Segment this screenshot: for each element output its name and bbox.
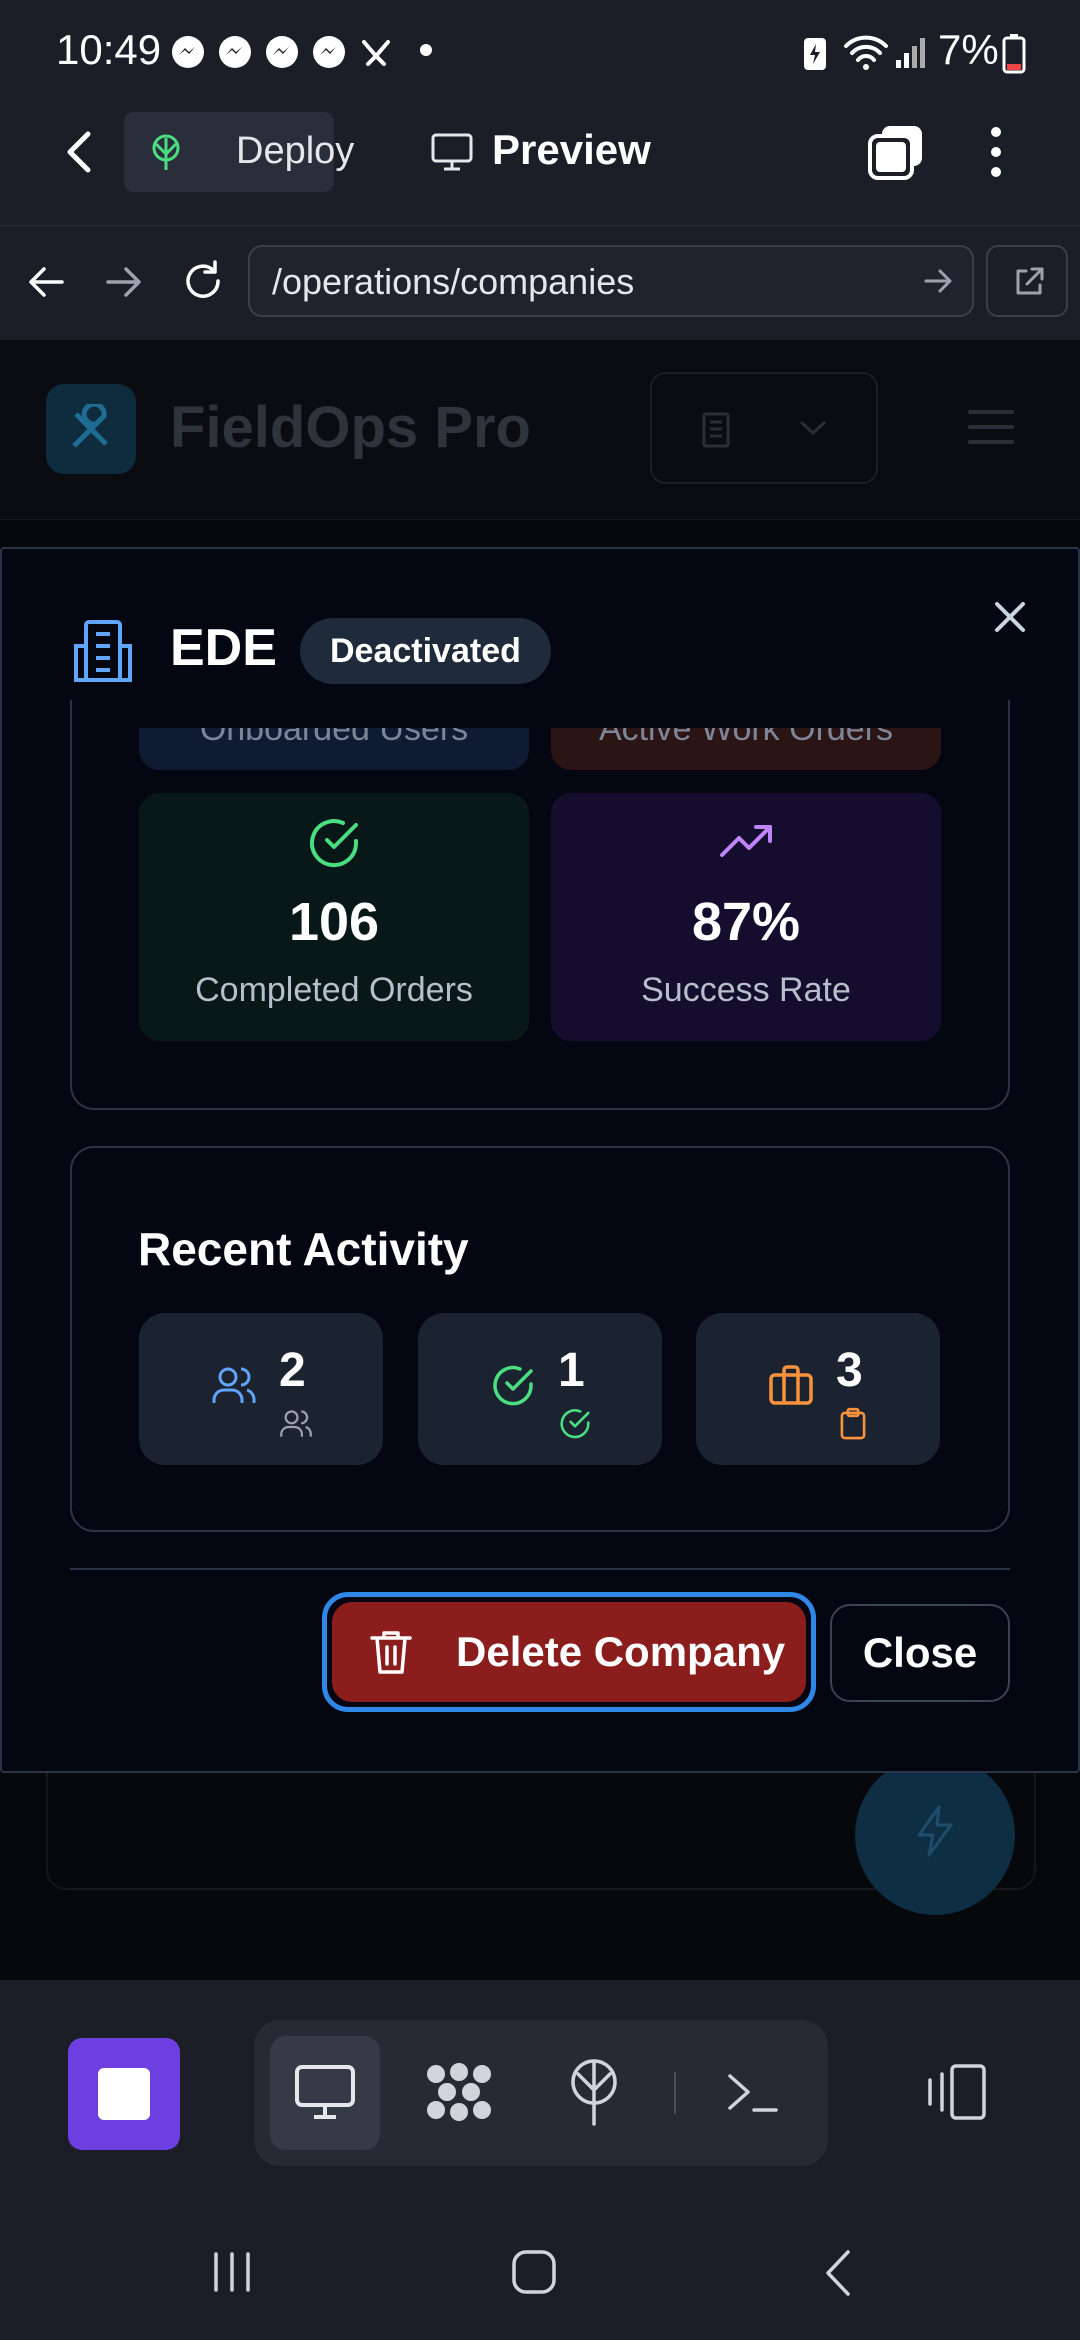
clipboard-icon xyxy=(840,1407,866,1440)
stat-value: 87% xyxy=(691,892,801,952)
status-time: 10:49 xyxy=(56,26,162,73)
open-external-button[interactable] xyxy=(986,245,1068,317)
quick-action-button[interactable] xyxy=(855,1755,1015,1915)
recent-activity-title: Recent Activity xyxy=(138,1223,469,1275)
tabs-icon[interactable] xyxy=(866,122,926,182)
trash-icon xyxy=(370,1631,412,1674)
activity-count: 2 xyxy=(279,1344,306,1397)
delete-company-button[interactable]: Delete Company xyxy=(332,1602,806,1702)
stop-icon xyxy=(98,2068,150,2120)
company-selector[interactable] xyxy=(650,372,878,484)
preview-title: Preview xyxy=(492,126,651,173)
delete-company-label: Delete Company xyxy=(456,1628,786,1675)
status-badge: Deactivated xyxy=(300,618,551,684)
app-logo xyxy=(46,384,136,474)
more-notifications-dot xyxy=(420,44,432,56)
wifi-icon xyxy=(844,35,888,70)
battery-icon xyxy=(1002,34,1026,74)
briefcase-icon xyxy=(769,1365,813,1405)
activity-count: 1 xyxy=(558,1344,585,1397)
reload-icon[interactable] xyxy=(180,258,226,304)
deploy-icon xyxy=(152,134,180,170)
stat-label: Success Rate xyxy=(641,971,851,1009)
users-icon xyxy=(212,1367,256,1403)
messenger-icon xyxy=(219,36,251,68)
more-options-icon[interactable] xyxy=(984,124,1008,180)
stat-tile-success-rate: 87% Success Rate xyxy=(551,793,941,1041)
building-icon xyxy=(74,620,132,682)
deploy-label: Deploy xyxy=(236,130,355,172)
stat-label: Active Work Orders xyxy=(598,728,894,748)
monitor-icon xyxy=(431,133,473,171)
app-title: FieldOps Pro xyxy=(170,395,531,460)
url-text: /operations/companies xyxy=(272,261,635,302)
stat-value: 106 xyxy=(288,892,380,952)
tool-divider xyxy=(674,2072,676,2114)
external-link-icon xyxy=(1016,267,1044,295)
messenger-icon xyxy=(313,36,345,68)
notification-app-icon xyxy=(362,40,390,66)
lightning-icon xyxy=(917,1805,953,1857)
company-name: EDE xyxy=(170,619,277,677)
trending-up-icon xyxy=(720,825,772,857)
signal-icon xyxy=(896,38,925,68)
tools-icon xyxy=(72,404,108,448)
nav-forward-icon[interactable] xyxy=(104,264,144,300)
stat-tile-partial: Active Work Orders xyxy=(551,728,941,770)
menu-icon[interactable] xyxy=(968,408,1014,446)
recent-apps-icon[interactable] xyxy=(210,2250,254,2294)
back-icon[interactable] xyxy=(62,128,96,176)
monitor-icon xyxy=(295,2065,355,2119)
close-button[interactable]: Close xyxy=(830,1604,1010,1702)
battery-level: 7% xyxy=(938,26,999,73)
messenger-icon xyxy=(266,36,298,68)
terminal-icon[interactable] xyxy=(726,2070,780,2116)
activity-count: 3 xyxy=(836,1344,863,1397)
building-icon xyxy=(702,412,730,448)
nav-back-icon[interactable] xyxy=(26,264,66,300)
close-icon[interactable] xyxy=(985,592,1035,642)
stat-label: Completed Orders xyxy=(195,971,473,1009)
chevron-down-icon xyxy=(800,421,826,436)
modal-footer-divider xyxy=(70,1568,1010,1570)
device-layout-icon[interactable] xyxy=(922,2062,990,2122)
check-circle-icon xyxy=(560,1409,590,1439)
activity-item-users[interactable]: 2 xyxy=(139,1313,383,1465)
stat-tile-completed-orders: 106 Completed Orders xyxy=(139,793,529,1041)
activity-item-completed[interactable]: 1 xyxy=(418,1313,662,1465)
check-circle-icon xyxy=(310,819,359,868)
page-header xyxy=(0,340,1080,520)
stat-label: Onboarded Users xyxy=(199,728,469,748)
home-icon[interactable] xyxy=(510,2248,558,2296)
dots-grid-icon[interactable] xyxy=(424,2062,494,2122)
go-arrow-icon[interactable] xyxy=(924,268,954,294)
deploy-icon[interactable] xyxy=(566,2058,622,2126)
check-circle-icon xyxy=(493,1365,533,1406)
system-back-icon[interactable] xyxy=(822,2248,854,2298)
stat-tile-partial: Onboarded Users xyxy=(139,728,529,770)
messenger-icon xyxy=(172,36,204,68)
users-icon xyxy=(280,1410,312,1437)
battery-saver-icon xyxy=(804,38,826,70)
activity-item-work-orders[interactable]: 3 xyxy=(696,1313,940,1465)
